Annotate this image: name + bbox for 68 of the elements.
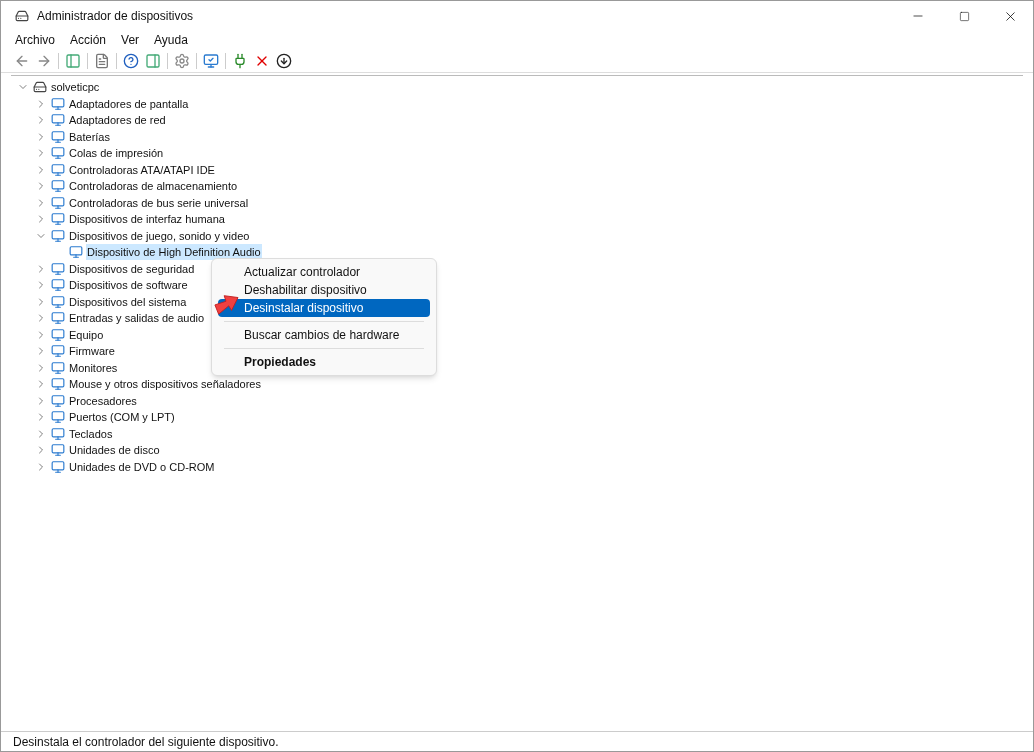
- device-icon: [51, 459, 65, 474]
- device-icon: [51, 146, 65, 161]
- tree-item[interactable]: Dispositivos de interfaz humana: [68, 211, 226, 228]
- tree-item[interactable]: Firmware: [68, 343, 116, 360]
- properties-icon[interactable]: [94, 52, 110, 69]
- device-icon: [51, 294, 65, 309]
- device-icon: [51, 344, 65, 359]
- menu-option[interactable]: Buscar cambios de hardware: [218, 326, 430, 344]
- device-icon: [69, 245, 83, 260]
- device-icon: [51, 311, 65, 326]
- menu-option[interactable]: Desinstalar dispositivo: [218, 299, 430, 317]
- tree-item[interactable]: Dispositivo de High Definition Audio: [86, 244, 262, 261]
- tree-item[interactable]: Mouse y otros dispositivos señaladores: [68, 376, 262, 393]
- help-icon[interactable]: [123, 52, 139, 69]
- device-icon: [51, 360, 65, 375]
- tree-item[interactable]: Dispositivos de juego, sonido y video: [68, 227, 251, 244]
- pointer-arrow-icon: [213, 292, 239, 316]
- device-icon: [51, 179, 65, 194]
- tree-item[interactable]: Adaptadores de pantalla: [68, 95, 190, 112]
- device-icon: [51, 443, 65, 458]
- device-icon: [51, 278, 65, 293]
- tree-item[interactable]: Puertos (COM y LPT): [68, 409, 176, 426]
- device-icon: [51, 228, 65, 243]
- device-icon: [51, 377, 65, 392]
- device-icon: [51, 212, 65, 227]
- settings-icon[interactable]: [174, 52, 190, 69]
- tree-item[interactable]: Unidades de disco: [68, 442, 161, 459]
- menu-item[interactable]: Acción: [70, 31, 107, 49]
- device-icon: [51, 261, 65, 276]
- tree-item[interactable]: Entradas y salidas de audio: [68, 310, 206, 327]
- tree-item[interactable]: Controladoras ATA/ATAPI IDE: [68, 161, 216, 178]
- tree-item[interactable]: Colas de impresión: [68, 145, 165, 162]
- device-icon: [51, 410, 65, 425]
- download-icon[interactable]: [276, 52, 292, 69]
- app-icon: [15, 9, 29, 23]
- device-icon: [51, 113, 65, 128]
- tree-item[interactable]: Unidades de DVD o CD-ROM: [68, 458, 216, 475]
- computer-icon: [33, 80, 47, 95]
- window-title: Administrador de dispositivos: [37, 8, 194, 25]
- tree-item[interactable]: solveticpc: [50, 79, 101, 96]
- menu-item[interactable]: Ayuda: [154, 31, 188, 49]
- tree-item[interactable]: Teclados: [68, 425, 114, 442]
- menu-option[interactable]: Propiedades: [218, 353, 430, 371]
- panel-icon[interactable]: [65, 52, 81, 69]
- tree-item[interactable]: Monitores: [68, 359, 119, 376]
- tree-item[interactable]: Procesadores: [68, 392, 138, 409]
- device-icon: [51, 426, 65, 441]
- device-icon: [51, 162, 65, 177]
- menu-option[interactable]: Deshabilitar dispositivo: [218, 281, 430, 299]
- maximize-icon: [958, 10, 970, 22]
- device-icon: [51, 129, 65, 144]
- panel-icon[interactable]: [145, 52, 161, 69]
- device-icon: [51, 327, 65, 342]
- tree-item[interactable]: Dispositivos de software: [68, 277, 189, 294]
- tree-item[interactable]: Dispositivos de seguridad: [68, 260, 196, 277]
- tree-item[interactable]: Equipo: [68, 326, 105, 343]
- device-icon: [51, 195, 65, 210]
- menu-item[interactable]: Archivo: [15, 31, 55, 49]
- tree-item[interactable]: Controladoras de almacenamiento: [68, 178, 239, 195]
- tree-item[interactable]: Baterías: [68, 128, 111, 145]
- tree-item[interactable]: Adaptadores de red: [68, 112, 167, 129]
- tree-item[interactable]: Dispositivos del sistema: [68, 293, 188, 310]
- menu-item[interactable]: Ver: [121, 31, 140, 49]
- tree-item[interactable]: Controladoras de bus serie universal: [68, 194, 250, 211]
- status-text: Desinstala el controlador del siguiente dispositivo.: [13, 733, 279, 751]
- menu-option[interactable]: Actualizar controlador: [218, 263, 430, 281]
- device-icon: [51, 393, 65, 408]
- device-icon: [51, 96, 65, 111]
